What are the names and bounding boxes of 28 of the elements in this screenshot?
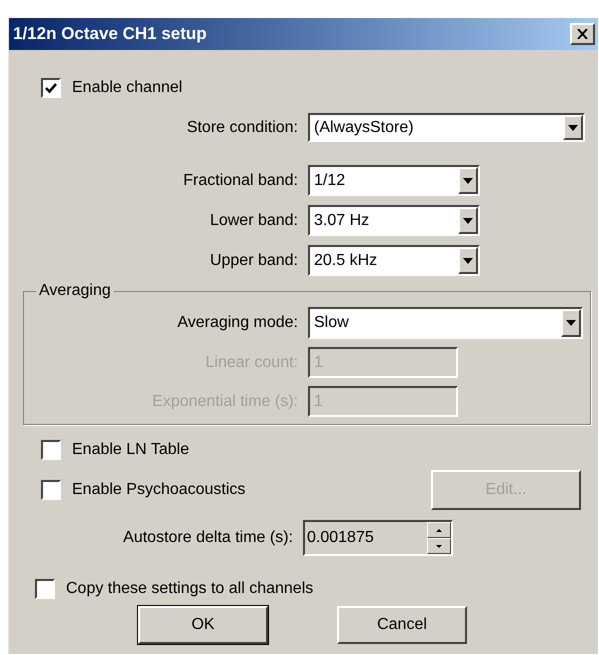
dropdown[interactable]: 1/12 <box>308 165 480 196</box>
spin-field[interactable]: 0.001875 <box>303 520 453 556</box>
cancel-button[interactable]: Cancel <box>337 606 467 644</box>
check-icon <box>45 82 57 94</box>
checkbox-label: Enable Psychoacoustics <box>72 480 246 500</box>
close-icon <box>577 29 588 39</box>
checkbox-label: Copy these settings to all channels <box>66 579 314 599</box>
checkbox[interactable] <box>35 579 55 599</box>
field-label: Fractional band: <box>182 170 299 190</box>
checkbox-label: Enable channel <box>72 78 182 98</box>
checkbox-label: Enable LN Table <box>72 440 190 460</box>
close-button[interactable] <box>570 23 595 45</box>
field-label: Autostore delta time (s): <box>122 528 294 548</box>
field-label: Upper band: <box>208 250 299 270</box>
dropdown[interactable]: 3.07 Hz <box>308 205 480 236</box>
ok-button[interactable]: OK <box>138 606 268 644</box>
checkbox[interactable] <box>41 480 61 500</box>
window-title: 1/12n Octave CH1 setup <box>13 23 207 46</box>
checkbox[interactable] <box>41 440 61 460</box>
field-label: Store condition: <box>186 118 299 138</box>
dropdown[interactable]: Slow <box>308 307 583 339</box>
dropdown[interactable]: 20.5 kHz <box>308 245 480 276</box>
dropdown[interactable]: (AlwaysStore) <box>308 113 585 142</box>
spin-arrows-icon[interactable] <box>427 522 451 554</box>
field-label: Averaging mode: <box>176 313 299 333</box>
group-box-title: Averaging <box>38 281 112 301</box>
field-label: Lower band: <box>208 210 299 230</box>
checkbox[interactable] <box>41 78 61 98</box>
